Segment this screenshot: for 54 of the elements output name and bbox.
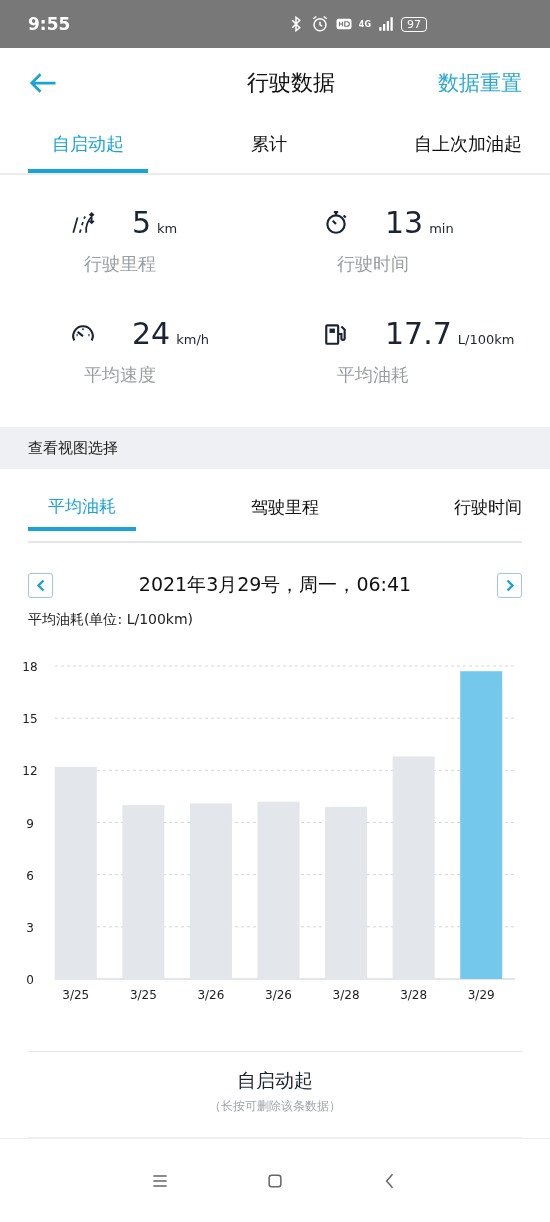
- stat-unit: L/100km: [457, 332, 515, 347]
- date-label: 2021年3月29号，周一，06:41: [138, 572, 412, 597]
- x-tick-label: 3/29: [467, 988, 495, 1002]
- x-tick-label: 3/28: [400, 988, 428, 1002]
- stat-value: 24: [132, 316, 171, 351]
- stat-unit: min: [429, 221, 454, 236]
- y-tick-label: 6: [26, 868, 34, 883]
- next-button[interactable]: [497, 572, 522, 598]
- battery-indicator: 97: [401, 16, 427, 32]
- x-tick-label: 3/26: [197, 988, 225, 1002]
- record-title: 自启动起: [237, 1068, 313, 1093]
- y-tick-label: 12: [22, 764, 38, 779]
- stat-unit: km: [157, 221, 178, 236]
- x-tick-label: 3/25: [62, 988, 90, 1002]
- chevron-left-icon: [36, 578, 45, 592]
- tab[interactable]: 驾驶里程: [231, 485, 339, 533]
- bar[interactable]: [392, 756, 435, 979]
- y-tick-label: 18: [22, 660, 38, 674]
- bar[interactable]: [257, 801, 300, 979]
- stat-unit: km/h: [176, 332, 209, 347]
- stat-value: 17.7: [385, 316, 452, 351]
- y-tick-label: 3: [26, 920, 34, 935]
- x-tick-label: 3/28: [332, 988, 360, 1002]
- stat-label: 平均速度: [83, 363, 157, 387]
- previous-button[interactable]: [28, 572, 53, 598]
- stat-value: 5: [132, 205, 152, 240]
- x-tick-label: 3/26: [265, 988, 292, 1002]
- network-label: 4G: [358, 19, 371, 29]
- bar[interactable]: [460, 671, 503, 979]
- bar[interactable]: [325, 806, 368, 979]
- x-tick-label: 3/25: [129, 988, 157, 1002]
- bar[interactable]: [122, 805, 165, 979]
- tab[interactable]: 自上次加油起: [390, 118, 522, 173]
- y-tick-label: 0: [26, 973, 34, 987]
- signal-icon: [377, 15, 395, 33]
- section-title: 查看视图选择: [28, 438, 118, 458]
- road-icon: [70, 209, 96, 236]
- bar[interactable]: [54, 766, 97, 979]
- chart-axis-label: 平均油耗(单位: L/100km): [27, 611, 195, 629]
- chevron-right-icon: [505, 578, 514, 592]
- stat-value: 13: [385, 205, 424, 240]
- clock-time: 9:55: [28, 14, 71, 34]
- y-tick-label: 9: [26, 816, 34, 831]
- stat-label: 行驶里程: [83, 252, 157, 276]
- alarm-icon: [310, 15, 329, 33]
- record-hint: （长按可删除该条数据）: [209, 1098, 341, 1115]
- y-tick-label: 15: [22, 712, 38, 727]
- stopwatch-icon: [323, 209, 349, 236]
- bar[interactable]: [189, 803, 232, 979]
- tab[interactable]: 行驶时间: [434, 485, 522, 533]
- tab[interactable]: 累计: [227, 118, 311, 173]
- stat-label: 行驶时间: [336, 252, 410, 276]
- stat-label: 平均油耗: [336, 363, 410, 387]
- page-title: 行驶数据: [247, 69, 335, 97]
